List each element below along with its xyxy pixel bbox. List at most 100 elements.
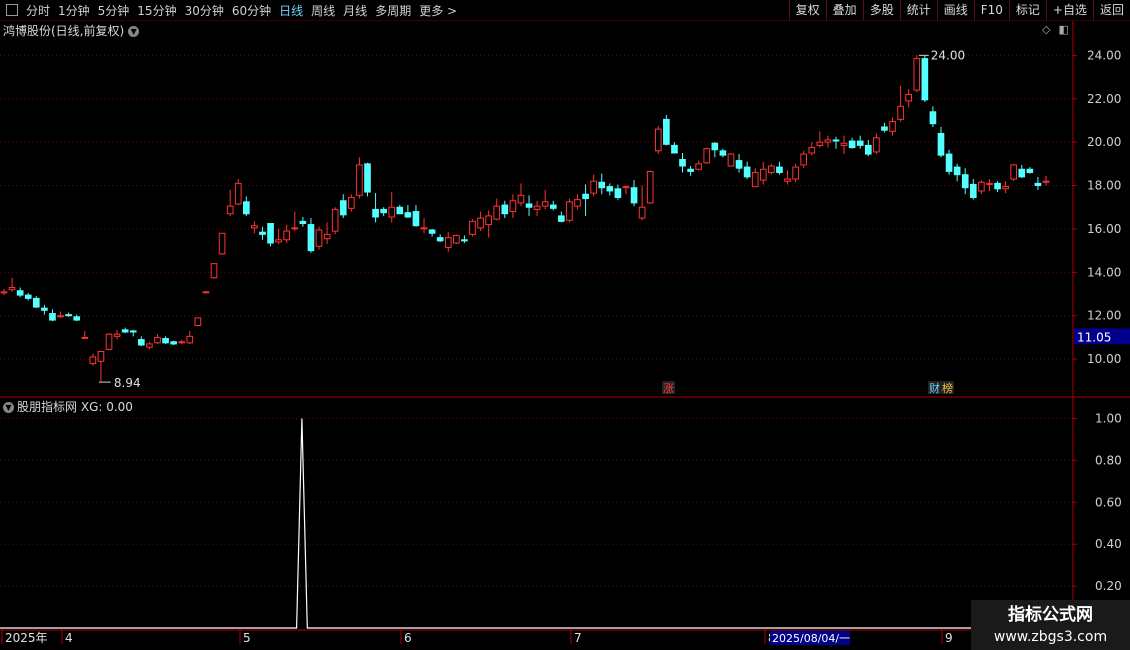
candle-body (420, 227, 428, 230)
multi-stock-button[interactable]: 多股 (862, 0, 900, 20)
period-tab-60min[interactable]: 60分钟 (228, 2, 275, 19)
candle-body (137, 339, 145, 346)
candle-body (574, 199, 581, 207)
y-tick-label: 22.00 (1087, 92, 1121, 106)
f10-button[interactable]: F10 (973, 0, 1009, 20)
period-tab-more[interactable]: 更多 > (415, 2, 461, 19)
candle-body (267, 223, 274, 244)
candle-body (921, 58, 929, 101)
candle-body (816, 141, 824, 146)
candle-body (743, 166, 751, 178)
period-tab-1min[interactable]: 1分钟 (54, 2, 94, 19)
period-tab-daily[interactable]: 日线 (275, 2, 307, 19)
candle-body (461, 239, 468, 242)
candle-body (566, 201, 573, 221)
overlay-button[interactable]: 叠加 (825, 0, 863, 20)
candle-body (735, 160, 743, 169)
hover-date-label: 2025/08/04/一 (772, 632, 850, 645)
period-tab-fenshi[interactable]: 分时 (22, 2, 54, 19)
candle-body (24, 294, 32, 299)
diamond-icon[interactable]: ◇ (1042, 23, 1050, 36)
stock-title: 鸿博股份(日线,前复权) (3, 24, 125, 38)
y-tick-label: 14.00 (1087, 265, 1121, 279)
candle-body (541, 201, 549, 207)
candle-body (905, 93, 913, 102)
main-chart-title: 鸿博股份(日线,前复权) ▼ (3, 22, 140, 39)
mark-button[interactable]: 标记 (1008, 0, 1046, 20)
candle-body (348, 196, 355, 209)
layout-square-icon[interactable] (6, 4, 18, 16)
candle-body (768, 165, 775, 174)
y-tick-label: 24.00 (1087, 48, 1121, 62)
candle-body (525, 203, 533, 208)
chart-canvas[interactable]: 10.00 12.00 14.00 16.00 18.00 20.00 22.00 24.00… (0, 21, 1130, 650)
candle-body (824, 139, 832, 143)
candle-body (396, 206, 404, 215)
candle-body (428, 229, 436, 234)
candle-body (251, 225, 258, 229)
candle-body (808, 147, 816, 154)
candle-body (630, 187, 638, 204)
candle-body (32, 297, 40, 308)
candle-body (493, 205, 501, 220)
y-tick-label: 12.00 (1087, 309, 1121, 323)
candle-body (1034, 182, 1042, 187)
candle-body (509, 200, 517, 213)
indicator-dropdown-icon[interactable]: ▼ (3, 402, 14, 413)
candle-body (234, 182, 242, 205)
candle-body (687, 168, 694, 172)
candle-body (719, 150, 727, 156)
statistics-button[interactable]: 统计 (899, 0, 937, 20)
x-tick-label: 7 (574, 631, 582, 645)
period-tab-30min[interactable]: 30分钟 (181, 2, 228, 19)
draw-line-button[interactable]: 画线 (936, 0, 974, 20)
period-tab-weekly[interactable]: 周线 (307, 2, 339, 19)
candle-body (49, 313, 56, 321)
period-tab-monthly[interactable]: 月线 (339, 2, 371, 19)
add-watchlist-button[interactable]: +自选 (1045, 0, 1093, 20)
x-tick-label: 2025年 (5, 631, 48, 645)
candle-body (703, 148, 711, 164)
candle-body (380, 208, 387, 214)
indicator-name: 股朋指标网 (17, 400, 78, 414)
candle-body (372, 208, 379, 218)
candle-body (8, 287, 16, 291)
candle-body (590, 180, 597, 194)
panel-toggle-icon[interactable]: ◧ (1058, 23, 1068, 36)
candle-body (1002, 186, 1009, 190)
chart-controls: ◇ ◧ (1042, 23, 1069, 36)
candle-body (953, 166, 961, 176)
candle-body (832, 139, 840, 142)
candle-body (776, 166, 783, 174)
candle-body (388, 206, 396, 218)
x-tick-label: 6 (404, 631, 412, 645)
x-tick-label: 9 (945, 631, 953, 645)
xg-line (0, 418, 1073, 629)
title-dropdown-icon[interactable]: ▼ (128, 26, 140, 37)
candle-body (711, 142, 719, 151)
candle-body (881, 126, 888, 131)
indicator-title: ▼ 股朋指标网 XG: 0.00 (3, 398, 133, 415)
candle-body (146, 343, 153, 348)
candle-body (929, 111, 937, 125)
indicator-tick-label: 0.20 (1095, 579, 1122, 593)
watermark: 指标公式网 www.zbgs3.com (971, 600, 1130, 650)
event-marker: 财 (929, 381, 940, 395)
indicator-tick-label: 0.80 (1095, 453, 1122, 467)
period-tab-5min[interactable]: 5分钟 (94, 2, 134, 19)
event-marker: 榜 (942, 381, 953, 395)
annotations: 24.00 8.94 涨 财榜 (98, 48, 965, 395)
candle-body (994, 182, 1001, 190)
candle-body (1042, 180, 1050, 183)
candle-body (162, 338, 169, 344)
candle-body (307, 224, 315, 252)
candle-body (663, 118, 670, 145)
period-tab-15min[interactable]: 15分钟 (133, 2, 180, 19)
candle-body (275, 239, 282, 243)
fuquan-button[interactable]: 复权 (788, 0, 826, 20)
candle-body (404, 212, 412, 218)
candle-body (154, 336, 161, 344)
y-tick-label: 18.00 (1087, 179, 1121, 193)
back-button[interactable]: 返回 (1092, 0, 1130, 20)
period-tab-multi[interactable]: 多周期 (371, 2, 415, 19)
